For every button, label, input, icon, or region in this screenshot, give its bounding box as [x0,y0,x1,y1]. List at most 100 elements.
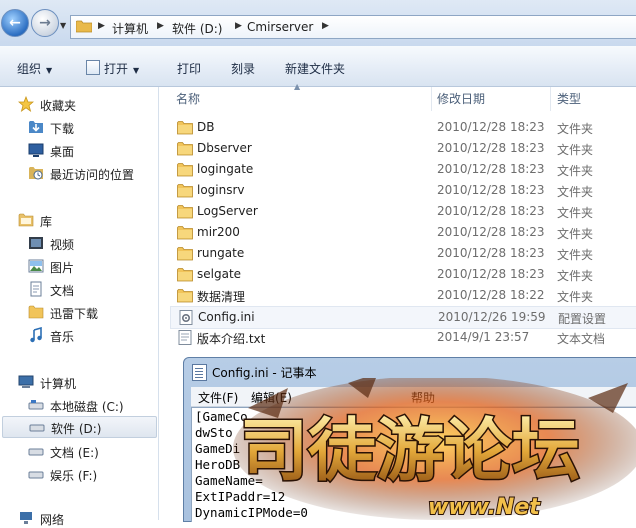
nav-computer[interactable]: 计算机 [18,372,148,392]
file-type: 文件夹 [557,122,594,136]
notepad-icon [192,364,207,381]
file-type: 文本文档 [557,332,606,346]
chevron-right-icon[interactable]: ▶ [235,21,242,31]
back-button[interactable]: ← [1,9,29,37]
nav-item-pictures[interactable]: 图片 [28,256,148,276]
menu-edit[interactable]: 编辑(E) [251,389,292,406]
new-folder-button[interactable]: 新建文件夹 [285,60,345,77]
file-date: 2010/12/28 18:22 [437,288,545,302]
column-header-type[interactable]: 类型 [557,90,581,107]
pane-divider[interactable] [158,87,159,520]
notepad-window[interactable]: Config.ini - 记事本 文件(F) 编辑(E) 帮助 [GameCo … [183,357,636,522]
file-type: 文件夹 [557,269,594,283]
column-header-name[interactable]: 名称 [176,90,200,107]
open-button[interactable]: 打开 ▼ [86,60,139,77]
column-divider[interactable] [550,87,551,111]
file-row[interactable]: rungate 2010/12/28 18:23 文件夹 [170,243,636,264]
file-row[interactable]: 数据清理 2010/12/28 18:22 文件夹 [170,285,636,306]
text-file-icon [178,330,192,345]
nav-item-drive-c[interactable]: 本地磁盘 (C:) [28,395,153,415]
file-row[interactable]: Dbserver 2010/12/28 18:23 文件夹 [170,138,636,159]
chevron-right-icon[interactable]: ▶ [157,21,164,31]
breadcrumb-item[interactable]: Cmirserver [247,20,313,34]
nav-libraries[interactable]: 库 [18,210,148,230]
print-button[interactable]: 打印 [177,60,201,77]
file-type: 文件夹 [557,248,594,262]
column-header-modified[interactable]: 修改日期 [437,90,485,107]
file-row[interactable]: 版本介绍.txt 2014/9/1 23:57 文本文档 [170,327,636,348]
history-dropdown-icon[interactable]: ▼ [60,21,66,30]
file-name: 数据清理 [197,290,246,304]
organize-label: 组织 [17,62,42,76]
file-name: loginsrv [197,183,245,197]
recent-places-icon [29,167,43,180]
burn-button[interactable]: 刻录 [231,60,255,77]
file-name: DB [197,120,215,134]
nav-favorites[interactable]: 收藏夹 [18,94,148,114]
nav-label: 软件 (D:) [51,422,102,436]
file-type: 配置设置 [558,312,607,326]
open-icon [86,60,100,75]
nav-item-documents[interactable]: 文档 [28,279,148,299]
chevron-down-icon: ▼ [46,66,53,75]
music-icon [30,327,42,343]
computer-icon [18,375,34,388]
organize-button[interactable]: 组织 ▼ [17,60,52,77]
file-row[interactable]: mir200 2010/12/28 18:23 文件夹 [170,222,636,243]
nav-item-thunder-downloads[interactable]: 迅雷下载 [28,302,148,322]
file-row[interactable]: selgate 2010/12/28 18:23 文件夹 [170,264,636,285]
nav-label: 收藏夹 [40,99,77,113]
file-date: 2010/12/26 19:59 [438,310,546,324]
nav-item-videos[interactable]: 视频 [28,233,148,253]
notepad-menubar: 文件(F) 编辑(E) 帮助 [191,387,636,407]
nav-item-recent-places[interactable]: 最近访问的位置 [28,163,153,183]
file-name: logingate [197,162,254,176]
file-row[interactable]: Config.ini 2010/12/26 19:59 配置设置 [170,306,636,329]
text-line: dwSto [195,425,233,440]
notepad-title: Config.ini - 记事本 [212,366,317,380]
nav-item-drive-d[interactable]: 软件 (D:) [2,416,157,438]
chevron-right-icon[interactable]: ▶ [98,21,105,31]
chevron-right-icon[interactable]: ▶ [322,21,329,31]
file-name: Dbserver [197,141,252,155]
network-icon [20,512,32,524]
nav-item-music[interactable]: 音乐 [28,325,148,345]
sort-ascending-icon: ▲ [294,82,301,91]
file-name: 版本介绍.txt [197,332,266,346]
downloads-folder-icon [29,121,43,133]
forward-arrow-icon: → [39,15,51,31]
forward-button[interactable]: → [31,9,59,37]
file-row[interactable]: logingate 2010/12/28 18:23 文件夹 [170,159,636,180]
text-line: [GameCo [195,409,248,424]
file-name: LogServer [197,204,258,218]
column-divider[interactable] [431,87,432,111]
nav-item-drive-e[interactable]: 文档 (E:) [28,441,148,461]
file-date: 2010/12/28 18:23 [437,267,545,281]
nav-label: 娱乐 (F:) [50,469,98,483]
breadcrumb-item[interactable]: 软件 (D:) [172,20,222,37]
nav-network[interactable]: 网络 [18,508,148,528]
menu-help[interactable]: 帮助 [411,389,435,406]
breadcrumb[interactable]: ▶ 计算机 ▶ 软件 (D:) ▶ Cmirserver ▶ [70,15,636,39]
nav-item-drive-f[interactable]: 娱乐 (F:) [28,464,148,484]
file-type: 文件夹 [557,143,594,157]
folder-icon [177,142,193,156]
nav-label: 最近访问的位置 [50,168,135,182]
file-row[interactable]: loginsrv 2010/12/28 18:23 文件夹 [170,180,636,201]
file-date: 2014/9/1 23:57 [437,330,530,344]
breadcrumb-item[interactable]: 计算机 [112,20,148,37]
folder-icon [177,163,193,177]
text-line: DynamicIPMode=0 [195,505,308,520]
nav-item-downloads[interactable]: 下载 [28,117,148,137]
nav-item-desktop[interactable]: 桌面 [28,140,148,160]
config-file-icon [179,310,193,325]
file-row[interactable]: LogServer 2010/12/28 18:23 文件夹 [170,201,636,222]
drive-icon [28,400,44,410]
folder-icon [177,247,193,261]
text-line: ExtIPaddr=12 [195,489,286,504]
nav-label: 视频 [50,238,75,252]
notepad-text-area[interactable]: [GameCo dwSto GameDi HeroDB GameName= Ex… [191,407,636,522]
file-row[interactable]: DB 2010/12/28 18:23 文件夹 [170,117,636,138]
menu-file[interactable]: 文件(F) [198,389,238,406]
file-type: 文件夹 [557,227,594,241]
